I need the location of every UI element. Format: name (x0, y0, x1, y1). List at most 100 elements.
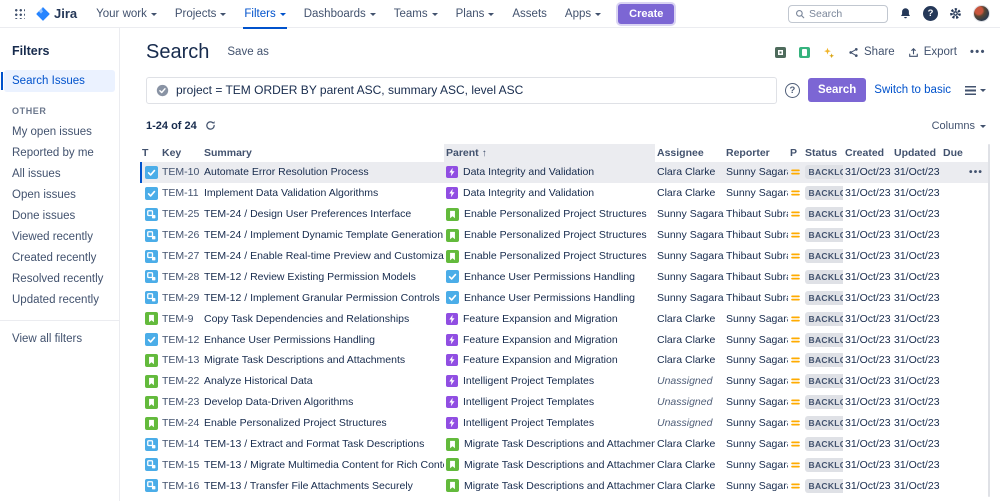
column-header-assignee[interactable]: Assignee (655, 144, 724, 162)
issue-key[interactable]: TEM-12 (160, 334, 202, 346)
nav-item-assets[interactable]: Assets (503, 0, 556, 28)
issue-key[interactable]: TEM-28 (160, 271, 202, 283)
issue-parent[interactable]: Enable Personalized Project Structures (444, 229, 655, 242)
sidebar-item-created-recently[interactable]: Created recently (0, 248, 119, 269)
settings-gear-icon[interactable] (949, 7, 962, 20)
issue-row-tem-22[interactable]: TEM-22Analyze Historical DataIntelligent… (140, 371, 990, 392)
addon-app-icon-1[interactable] (775, 47, 786, 58)
issue-key[interactable]: TEM-24 (160, 417, 202, 429)
issue-row-tem-26[interactable]: TEM-26TEM-24 / Implement Dynamic Templat… (140, 225, 990, 246)
sidebar-item-open-issues[interactable]: Open issues (0, 185, 119, 206)
issue-parent[interactable]: Data Integrity and Validation (444, 187, 655, 199)
issue-row-tem-28[interactable]: TEM-28TEM-12 / Review Existing Permissio… (140, 266, 990, 287)
issue-row-tem-15[interactable]: TEM-15TEM-13 / Migrate Multimedia Conten… (140, 454, 990, 475)
issue-key[interactable]: TEM-23 (160, 396, 202, 408)
issue-parent[interactable]: Feature Expansion and Migration (444, 334, 655, 346)
sidebar-item-my-open-issues[interactable]: My open issues (0, 122, 119, 143)
issue-parent[interactable]: Enable Personalized Project Structures (444, 250, 655, 263)
issue-summary[interactable]: Develop Data-Driven Algorithms (202, 396, 444, 408)
issue-key[interactable]: TEM-13 (160, 354, 202, 366)
create-button[interactable]: Create (618, 4, 674, 24)
issue-parent[interactable]: Feature Expansion and Migration (444, 354, 655, 366)
global-search-box[interactable] (788, 5, 888, 23)
issue-key[interactable]: TEM-22 (160, 375, 202, 387)
column-header-summary[interactable]: Summary (202, 144, 444, 162)
issue-key[interactable]: TEM-29 (160, 292, 202, 304)
issue-summary[interactable]: TEM-24 / Design User Preferences Interfa… (202, 208, 444, 220)
issue-summary[interactable]: TEM-24 / Enable Real-time Preview and Cu… (202, 250, 444, 262)
issue-key[interactable]: TEM-11 (160, 187, 202, 199)
issue-parent[interactable]: Enhance User Permissions Handling (444, 270, 655, 283)
nav-item-dashboards[interactable]: Dashboards (295, 0, 385, 28)
issue-key[interactable]: TEM-14 (160, 438, 202, 450)
issue-parent[interactable]: Intelligent Project Templates (444, 396, 655, 408)
issue-row-tem-13[interactable]: TEM-13Migrate Task Descriptions and Atta… (140, 350, 990, 371)
issue-parent[interactable]: Enhance User Permissions Handling (444, 291, 655, 304)
app-switcher-icon[interactable] (10, 5, 28, 23)
column-header-status[interactable]: Status (803, 144, 843, 162)
issue-summary[interactable]: Enable Personalized Project Structures (202, 417, 444, 429)
sidebar-item-viewed-recently[interactable]: Viewed recently (0, 227, 119, 248)
issue-parent[interactable]: Migrate Task Descriptions and Attachment… (444, 438, 655, 451)
column-header-reporter[interactable]: Reporter (724, 144, 788, 162)
columns-button[interactable]: Columns (932, 120, 986, 132)
sidebar-item-updated-recently[interactable]: Updated recently (0, 290, 119, 311)
issue-parent[interactable]: Feature Expansion and Migration (444, 313, 655, 325)
issue-row-tem-23[interactable]: TEM-23Develop Data-Driven AlgorithmsInte… (140, 392, 990, 413)
column-header-updated[interactable]: Updated (892, 144, 941, 162)
issue-row-tem-10[interactable]: TEM-10Automate Error Resolution ProcessD… (140, 162, 990, 183)
issue-summary[interactable]: TEM-13 / Extract and Format Task Descrip… (202, 438, 444, 450)
issue-key[interactable]: TEM-26 (160, 229, 202, 241)
export-button[interactable]: Export (908, 46, 957, 58)
column-header-key[interactable]: Key (160, 144, 202, 162)
addon-app-icon-2[interactable] (799, 47, 810, 58)
view-options-button[interactable] (965, 86, 986, 95)
sidebar-item-view-all-filters[interactable]: View all filters (0, 329, 119, 350)
jql-query-input[interactable]: project = TEM ORDER BY parent ASC, summa… (146, 77, 777, 104)
issue-summary[interactable]: Implement Data Validation Algorithms (202, 187, 444, 199)
issue-parent[interactable]: Enable Personalized Project Structures (444, 208, 655, 221)
issue-parent[interactable]: Intelligent Project Templates (444, 375, 655, 387)
nav-item-projects[interactable]: Projects (166, 0, 236, 28)
issue-summary[interactable]: Enhance User Permissions Handling (202, 334, 444, 346)
jira-logo[interactable]: Jira (36, 6, 77, 21)
column-header-t[interactable]: T (140, 144, 160, 162)
save-as-button[interactable]: Save as (227, 46, 269, 58)
issue-row-tem-11[interactable]: TEM-11Implement Data Validation Algorith… (140, 183, 990, 204)
addon-app-icon-3[interactable] (823, 47, 835, 58)
issue-row-tem-24[interactable]: TEM-24Enable Personalized Project Struct… (140, 413, 990, 434)
syntax-help-icon[interactable]: ? (785, 83, 800, 98)
issue-summary[interactable]: TEM-12 / Review Existing Permission Mode… (202, 271, 444, 283)
sidebar-item-reported-by-me[interactable]: Reported by me (0, 143, 119, 164)
share-button[interactable]: Share (848, 46, 895, 58)
issue-row-tem-29[interactable]: TEM-29TEM-12 / Implement Granular Permis… (140, 287, 990, 308)
row-more-actions-icon[interactable]: ••• (969, 167, 983, 178)
issue-parent[interactable]: Intelligent Project Templates (444, 417, 655, 429)
issue-key[interactable]: TEM-9 (160, 313, 202, 325)
issue-summary[interactable]: TEM-24 / Implement Dynamic Template Gene… (202, 229, 444, 241)
issue-parent[interactable]: Migrate Task Descriptions and Attachment… (444, 458, 655, 471)
sidebar-item-search-issues[interactable]: Search Issues (4, 70, 115, 92)
nav-item-teams[interactable]: Teams (385, 0, 447, 28)
issue-summary[interactable]: TEM-13 / Migrate Multimedia Content for … (202, 459, 444, 471)
nav-item-apps[interactable]: Apps (556, 0, 610, 28)
more-actions-icon[interactable]: ••• (970, 46, 986, 58)
issue-key[interactable]: TEM-16 (160, 480, 202, 492)
issue-summary[interactable]: Copy Task Dependencies and Relationships (202, 313, 444, 325)
issue-key[interactable]: TEM-10 (160, 166, 202, 178)
issue-row-tem-14[interactable]: TEM-14TEM-13 / Extract and Format Task D… (140, 434, 990, 455)
issue-summary[interactable]: Analyze Historical Data (202, 375, 444, 387)
issue-parent[interactable]: Data Integrity and Validation (444, 166, 655, 178)
sidebar-item-resolved-recently[interactable]: Resolved recently (0, 269, 119, 290)
nav-item-filters[interactable]: Filters (235, 0, 294, 28)
issue-summary[interactable]: TEM-12 / Implement Granular Permission C… (202, 292, 444, 304)
issue-row-tem-16[interactable]: TEM-16TEM-13 / Transfer File Attachments… (140, 475, 990, 496)
refresh-icon[interactable] (205, 120, 216, 131)
sidebar-item-all-issues[interactable]: All issues (0, 164, 119, 185)
nav-item-your-work[interactable]: Your work (87, 0, 166, 28)
issue-summary[interactable]: Automate Error Resolution Process (202, 166, 444, 178)
notifications-icon[interactable] (899, 7, 912, 20)
column-header-parent[interactable]: Parent↑ (444, 144, 655, 162)
user-avatar[interactable] (973, 5, 990, 22)
issue-parent[interactable]: Migrate Task Descriptions and Attachment… (444, 479, 655, 492)
